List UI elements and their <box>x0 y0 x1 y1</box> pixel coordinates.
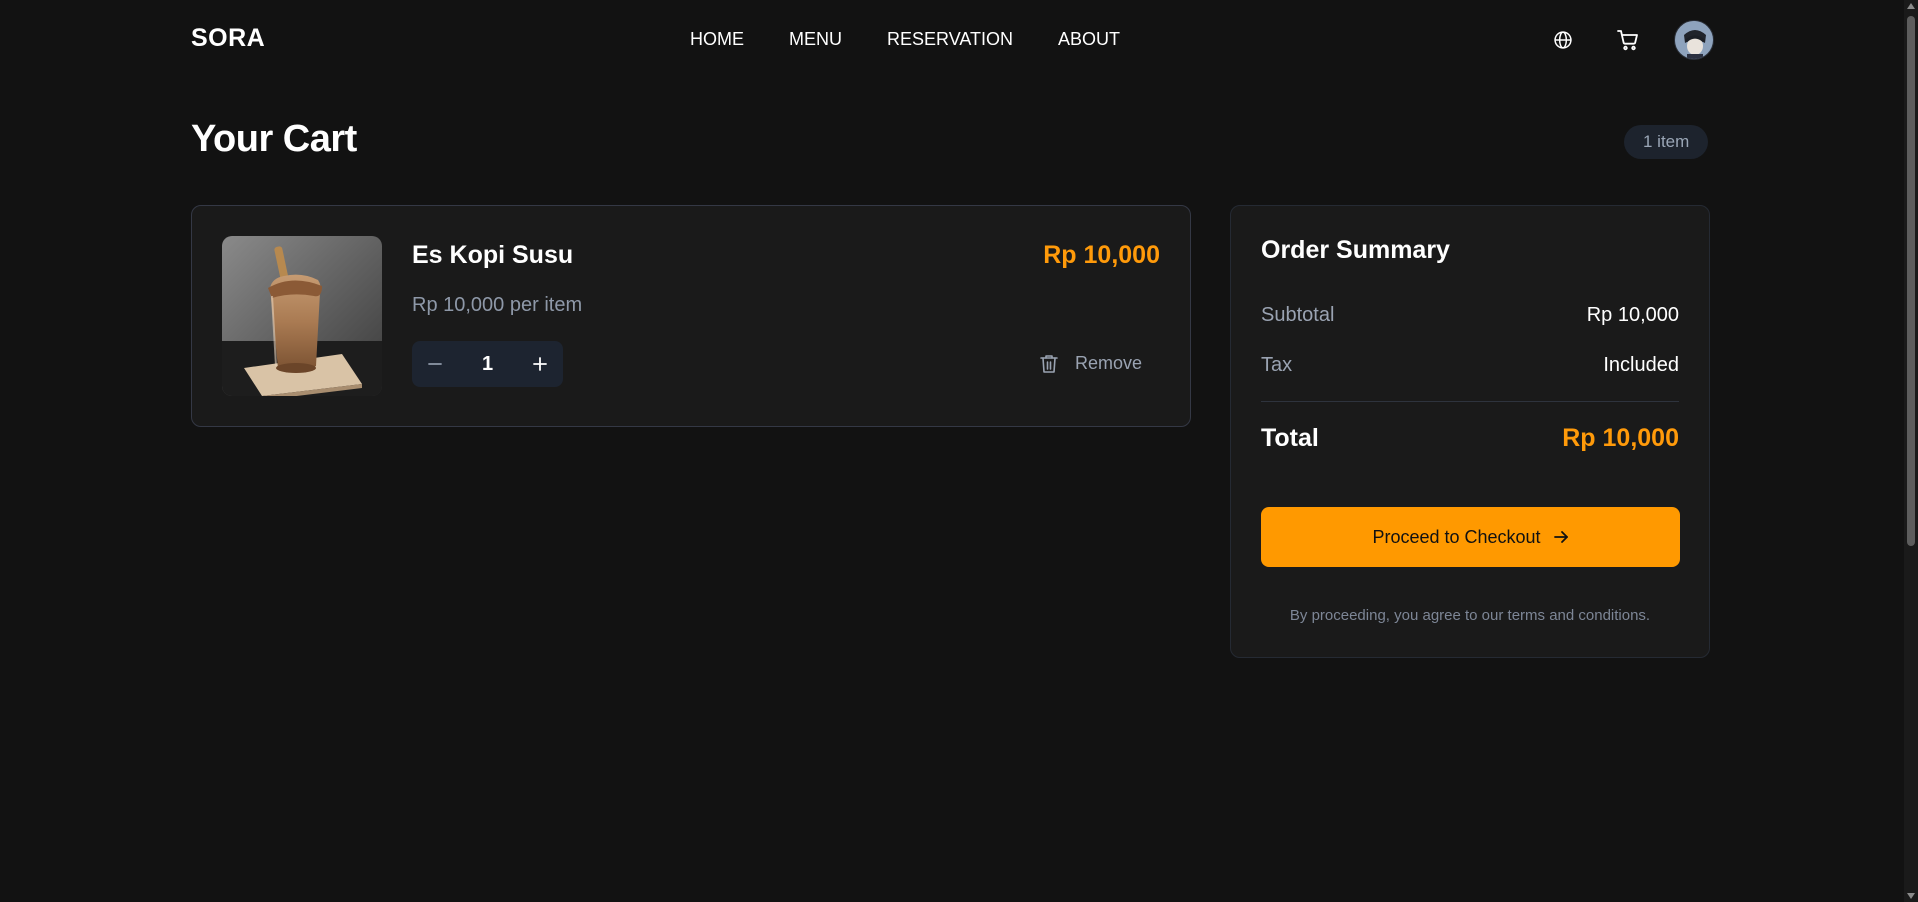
subtotal-label: Subtotal <box>1261 304 1335 326</box>
nav-home[interactable]: HOME <box>690 29 744 50</box>
subtotal-value: Rp 10,000 <box>1586 304 1679 326</box>
trash-icon <box>1040 354 1058 373</box>
arrow-right-icon <box>1553 531 1568 543</box>
total-row: Total Rp 10,000 <box>1261 424 1679 453</box>
item-count-badge: 1 item <box>1624 125 1709 159</box>
iced-coffee-glass-image <box>222 236 382 396</box>
globe-icon <box>1554 31 1572 49</box>
scroll-up-arrow-icon[interactable] <box>1907 3 1915 9</box>
language-button[interactable] <box>1546 23 1580 57</box>
cart-button[interactable] <box>1611 23 1645 57</box>
checkout-label: Proceed to Checkout <box>1372 526 1541 547</box>
unit-price: Rp 10,000 per item <box>412 294 583 316</box>
header-actions <box>1546 20 1714 60</box>
quantity-value: 1 <box>481 352 494 375</box>
decrease-quantity-button[interactable] <box>412 341 458 387</box>
product-image <box>222 236 382 396</box>
cart-page: SORA HOME MENU RESERVATION ABOUT Your Ca… <box>0 0 1918 902</box>
terms-note: By proceeding, you agree to our terms an… <box>1289 607 1651 624</box>
page-scrollbar[interactable] <box>1904 0 1918 902</box>
total-label: Total <box>1261 424 1319 452</box>
user-avatar[interactable] <box>1674 20 1714 60</box>
remove-label: Remove <box>1075 353 1143 373</box>
site-logo[interactable]: SORA <box>191 24 265 53</box>
scroll-down-arrow-icon[interactable] <box>1907 893 1915 899</box>
tax-row: Tax Included <box>1261 354 1679 377</box>
cart-item-card: Es Kopi Susu Rp 10,000 per item Rp 10,00… <box>191 205 1191 427</box>
plus-icon <box>533 357 547 371</box>
nav-about[interactable]: ABOUT <box>1058 29 1120 50</box>
increase-quantity-button[interactable] <box>517 341 563 387</box>
checkout-button[interactable]: Proceed to Checkout <box>1261 507 1680 567</box>
product-name[interactable]: Es Kopi Susu <box>412 241 573 270</box>
page-title: Your Cart <box>191 118 357 160</box>
minus-icon <box>428 363 442 365</box>
subtotal-row: Subtotal Rp 10,000 <box>1261 304 1679 327</box>
main-nav: HOME MENU RESERVATION ABOUT <box>690 29 1120 50</box>
nav-reservation[interactable]: RESERVATION <box>887 29 1013 50</box>
order-summary-card: Order Summary Subtotal Rp 10,000 Tax Inc… <box>1230 205 1710 658</box>
total-value: Rp 10,000 <box>1562 424 1679 452</box>
line-total: Rp 10,000 <box>1043 241 1160 269</box>
tax-label: Tax <box>1261 354 1293 376</box>
remove-item-button[interactable]: Remove <box>1040 353 1142 374</box>
nav-menu[interactable]: MENU <box>789 29 842 50</box>
quantity-stepper: 1 <box>412 341 563 387</box>
tax-value: Included <box>1603 354 1679 376</box>
avatar-image <box>1675 21 1713 59</box>
scrollbar-thumb[interactable] <box>1907 16 1915 546</box>
summary-divider <box>1261 401 1679 402</box>
summary-title: Order Summary <box>1261 236 1450 264</box>
cart-icon <box>1617 30 1638 51</box>
